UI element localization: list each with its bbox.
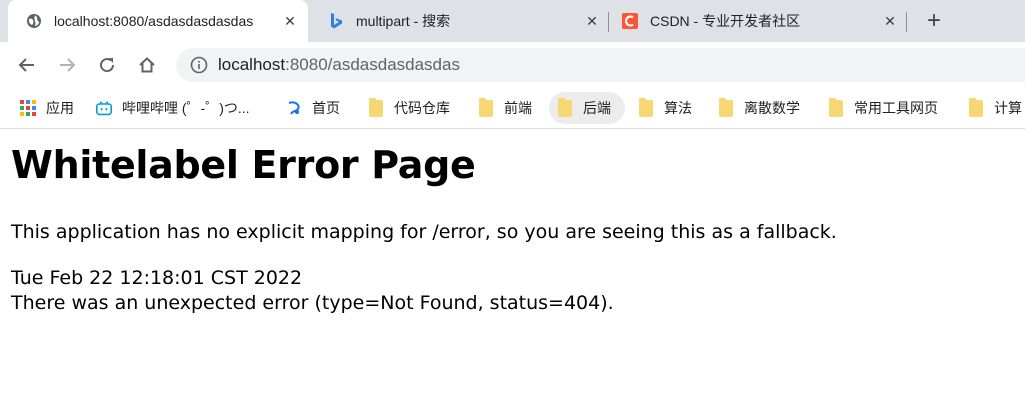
tab-multipart-search[interactable]: multipart - 搜索 ✕ xyxy=(310,0,610,42)
bookmark-label: 离散数学 xyxy=(744,100,800,116)
close-icon[interactable]: ✕ xyxy=(882,13,898,29)
url-host: localhost xyxy=(218,55,286,74)
bookmark-home[interactable]: 首页 xyxy=(278,92,348,124)
folder-icon xyxy=(968,97,984,117)
error-message: There was an unexpected error (type=Not … xyxy=(11,292,614,314)
page-title: Whitelabel Error Page xyxy=(11,143,476,187)
folder-icon xyxy=(368,97,384,117)
bookmark-folder-algorithms[interactable]: 算法 xyxy=(630,92,700,124)
bookmark-label: 后端 xyxy=(583,100,611,116)
bookmark-label: 应用 xyxy=(46,100,74,116)
folder-icon xyxy=(478,97,494,117)
bookmark-label: 算法 xyxy=(664,100,692,116)
tab-strip: localhost:8080/asdasdasdasdas ✕ multipar… xyxy=(0,0,1025,42)
tab-csdn[interactable]: CSDN - 专业开发者社区 ✕ xyxy=(612,0,908,42)
folder-icon xyxy=(557,97,573,117)
bookmarks-bar: 应用 哔哩哔哩 (゜-゜)つ... 首页 代码仓库 前端 后端 算法 离散数学 … xyxy=(0,88,1025,129)
folder-icon xyxy=(718,97,734,117)
bookmark-label: 首页 xyxy=(312,100,340,116)
url-text: localhost:8080/asdasdasdasdas xyxy=(218,55,460,75)
bing-icon xyxy=(328,13,344,29)
tab-title: multipart - 搜索 xyxy=(356,13,451,29)
address-bar[interactable]: localhost:8080/asdasdasdasdas xyxy=(176,48,1025,82)
toolbar: localhost:8080/asdasdasdasdas xyxy=(0,42,1025,88)
bookmark-label: 常用工具网页 xyxy=(854,100,938,116)
arrow-left-icon xyxy=(18,58,34,72)
error-timestamp: Tue Feb 22 12:18:01 CST 2022 xyxy=(11,267,303,289)
tab-separator xyxy=(906,12,907,32)
bookmark-folder-tools[interactable]: 常用工具网页 xyxy=(820,92,946,124)
forward-button[interactable] xyxy=(52,50,82,80)
reload-icon xyxy=(100,58,115,73)
bookmark-folder-backend[interactable]: 后端 xyxy=(549,92,625,124)
folder-icon xyxy=(828,97,844,117)
tab-title: CSDN - 专业开发者社区 xyxy=(650,13,801,29)
bookmark-folder-code-repo[interactable]: 代码仓库 xyxy=(360,92,458,124)
tab-title: localhost:8080/asdasdasdasdas xyxy=(54,13,254,29)
bilibili-icon xyxy=(96,100,112,116)
close-icon[interactable]: ✕ xyxy=(584,13,600,29)
bookmark-apps[interactable]: 应用 xyxy=(12,92,82,124)
apps-grid-icon xyxy=(20,100,36,116)
folder-icon xyxy=(638,97,654,117)
bookmark-label: 计算 xyxy=(994,100,1022,116)
csdn-icon xyxy=(622,13,638,29)
bookmark-folder-compute[interactable]: 计算 xyxy=(960,92,1025,124)
url-path: :8080/asdasdasdasdas xyxy=(285,55,460,74)
home-button[interactable] xyxy=(132,50,162,80)
bookmark-folder-discrete-math[interactable]: 离散数学 xyxy=(710,92,808,124)
bookmark-folder-frontend[interactable]: 前端 xyxy=(470,92,540,124)
bookmark-bilibili[interactable]: 哔哩哔哩 (゜-゜)つ... xyxy=(88,92,258,124)
site-icon xyxy=(286,100,302,116)
new-tab-button[interactable]: + xyxy=(920,7,948,35)
bookmark-label: 哔哩哔哩 (゜-゜)つ... xyxy=(122,100,250,116)
close-icon[interactable]: ✕ xyxy=(282,13,298,29)
back-button[interactable] xyxy=(12,50,42,80)
info-icon[interactable] xyxy=(190,56,208,74)
bookmark-label: 代码仓库 xyxy=(394,100,450,116)
arrow-right-icon xyxy=(60,58,76,72)
tab-localhost[interactable]: localhost:8080/asdasdasdasdas ✕ xyxy=(8,0,308,42)
tab-separator xyxy=(608,12,609,32)
reload-button[interactable] xyxy=(92,50,122,80)
error-explanation: This application has no explicit mapping… xyxy=(11,221,837,243)
globe-icon xyxy=(26,13,42,29)
bookmark-label: 前端 xyxy=(504,100,532,116)
home-icon xyxy=(139,57,155,73)
error-details: Tue Feb 22 12:18:01 CST 2022 There was a… xyxy=(11,266,614,316)
